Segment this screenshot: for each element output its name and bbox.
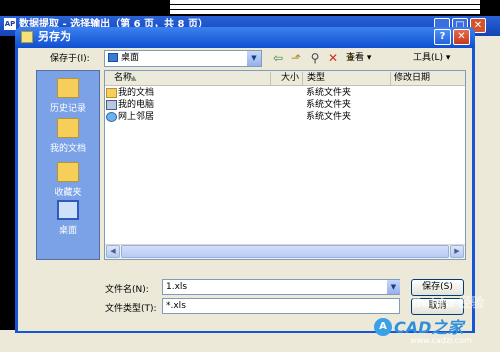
search-web-icon[interactable]: ⚲ [307, 51, 323, 66]
computer-icon [106, 100, 117, 110]
autocad-app-icon: AP [4, 18, 16, 30]
place-favorites[interactable]: 收藏夹 [37, 162, 99, 198]
delete-icon[interactable]: ✕ [325, 51, 341, 66]
help-button[interactable]: ? [434, 29, 451, 45]
watermark-url: www.cadzj.com [410, 336, 472, 345]
file-type-label: 文件类型(T): [105, 304, 157, 314]
file-name-label: 文件名(N): [105, 285, 149, 295]
column-header-date[interactable]: 修改日期 [394, 72, 430, 85]
history-folder-icon [57, 78, 79, 98]
list-item[interactable]: 我的文档 系统文件夹 [106, 87, 446, 99]
background-table-strip [170, 0, 480, 16]
close-button[interactable]: ✕ [453, 29, 470, 45]
dialog-folder-icon [21, 31, 33, 43]
column-header-name[interactable]: 名称 [114, 72, 132, 85]
save-in-value: 桌面 [121, 53, 140, 63]
tools-menu-button[interactable]: 工具(L) ▾ [413, 51, 450, 65]
scrollbar-thumb[interactable] [121, 245, 449, 258]
dialog-title: 另存为 [38, 30, 71, 43]
file-name: 我的电脑 [118, 100, 155, 110]
views-button[interactable]: 查看 ▾ [346, 51, 371, 65]
column-header-type[interactable]: 类型 [307, 72, 325, 85]
list-item[interactable]: 网上邻居 系统文件夹 [106, 111, 446, 123]
up-folder-icon[interactable]: ⬏ [288, 51, 304, 66]
baidu-watermark: Baidu 经验 [412, 296, 485, 311]
chevron-down-icon[interactable]: ▼ [387, 280, 400, 294]
views-label: 查看 [346, 53, 365, 63]
cadzj-watermark: CAD之家 [394, 318, 464, 337]
desktop-icon [57, 200, 79, 220]
place-my-documents[interactable]: 我的文档 [37, 118, 99, 154]
file-type: 系统文件夹 [306, 100, 352, 110]
favorites-folder-icon [57, 162, 79, 182]
column-divider[interactable] [302, 72, 303, 85]
tools-label: 工具(L) [413, 53, 444, 63]
place-label: 收藏夹 [54, 188, 82, 198]
save-in-dropdown[interactable]: 桌面 [104, 50, 262, 67]
back-arrow-icon[interactable]: ⇦ [270, 51, 286, 66]
place-label: 我的文档 [49, 144, 86, 154]
file-name: 网上邻居 [118, 112, 155, 122]
place-label: 桌面 [58, 226, 77, 236]
file-name: 我的文档 [118, 88, 155, 98]
scroll-right-icon[interactable]: ▶ [450, 245, 464, 258]
scroll-left-icon[interactable]: ◀ [106, 245, 120, 258]
save-in-label: 保存于(I): [50, 54, 90, 64]
place-label: 历史记录 [49, 104, 86, 114]
column-header-size[interactable]: 大小 [281, 72, 299, 85]
cadzj-logo-icon: A [374, 318, 392, 336]
file-type: 系统文件夹 [306, 88, 352, 98]
folder-icon [106, 88, 117, 98]
list-item[interactable]: 我的电脑 系统文件夹 [106, 99, 446, 111]
desktop-icon [108, 53, 118, 62]
place-history[interactable]: 历史记录 [37, 78, 99, 114]
chevron-down-icon[interactable]: ▼ [247, 51, 261, 66]
network-icon [106, 112, 117, 122]
file-type-dropdown[interactable]: *.xls [162, 298, 400, 314]
dialog-title-bar[interactable] [15, 27, 475, 48]
sort-ascending-icon: ▲ [131, 74, 137, 82]
my-documents-icon [57, 118, 79, 138]
place-desktop[interactable]: 桌面 [37, 200, 99, 236]
column-divider[interactable] [390, 72, 391, 85]
column-divider[interactable] [270, 72, 271, 85]
file-type: 系统文件夹 [306, 112, 352, 122]
file-name-input[interactable]: 1.xls [162, 279, 400, 295]
